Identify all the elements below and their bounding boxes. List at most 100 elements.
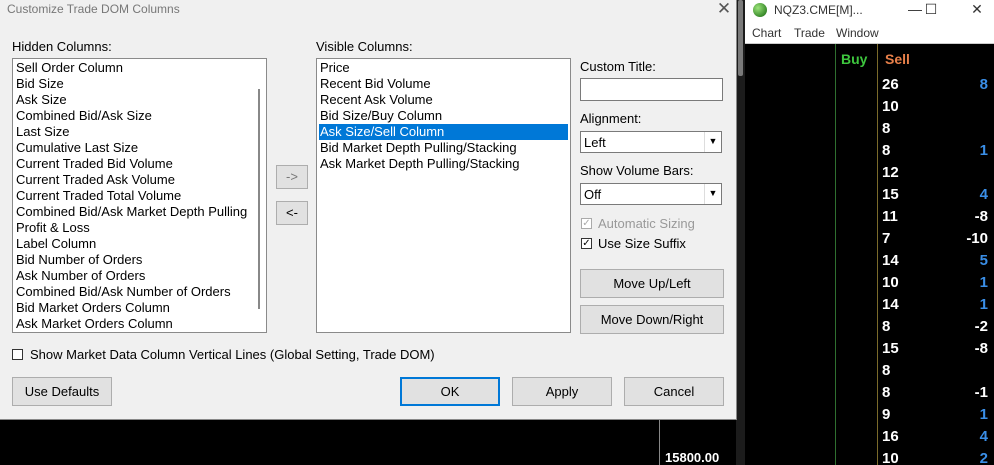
apply-button[interactable]: Apply bbox=[512, 377, 612, 406]
hidden-column-item[interactable]: Combined Bid/Ask Market Depth Pulling bbox=[15, 204, 247, 220]
menu-chart[interactable]: Chart bbox=[752, 26, 781, 40]
move-left-button[interactable]: <- bbox=[276, 201, 308, 225]
use-defaults-button[interactable]: Use Defaults bbox=[12, 377, 112, 406]
sell-size-cell[interactable]: 26 bbox=[882, 76, 899, 93]
hidden-column-item[interactable]: Current Traded Total Volume bbox=[15, 188, 181, 204]
sell-size-cell[interactable]: 10 bbox=[882, 274, 899, 291]
sell-size-cell[interactable]: 7 bbox=[882, 230, 890, 247]
depth-pulling-cell: 2 bbox=[979, 450, 988, 465]
sell-size-cell[interactable]: 8 bbox=[882, 384, 890, 401]
hidden-columns-list[interactable]: Sell Order Column Bid Size Ask Size Combine… bbox=[12, 58, 267, 333]
menu-window[interactable]: Window bbox=[836, 26, 879, 40]
sell-size-cell[interactable]: 12 bbox=[882, 164, 899, 181]
customize-columns-dialog: Customize Trade DOM Columns ✕ Hidden Col… bbox=[0, 0, 737, 420]
chevron-down-icon: ▼ bbox=[704, 184, 721, 204]
depth-pulling-cell: 1 bbox=[979, 142, 988, 159]
maximize-button[interactable]: ☐ bbox=[917, 0, 945, 22]
dom-menubar: Chart Trade Window bbox=[745, 22, 994, 44]
hidden-column-item[interactable]: Bid Size bbox=[15, 76, 64, 92]
volume-bars-label: Show Volume Bars: bbox=[580, 163, 694, 178]
sell-size-cell[interactable]: 8 bbox=[882, 362, 890, 379]
dom-ladder[interactable]: Buy Sell 26 10 8 8 12 15 11 7 14 10 14 8 15 8 8 9 16 10 8 1… bbox=[745, 44, 994, 465]
vertical-lines-checkbox[interactable] bbox=[12, 349, 23, 360]
sell-size-cell[interactable]: 10 bbox=[882, 98, 899, 115]
depth-pulling-cell: -1 bbox=[974, 384, 988, 401]
visible-column-item[interactable]: Recent Bid Volume bbox=[319, 76, 568, 92]
trade-dom-window: NQZ3.CME[M]... — ☐ ✕ Chart Trade Window … bbox=[745, 0, 994, 465]
hidden-column-item[interactable]: Ask Size bbox=[15, 92, 67, 108]
sell-column-header: Sell bbox=[885, 51, 910, 67]
hidden-column-item[interactable]: Ask Market Orders Column bbox=[15, 316, 173, 332]
visible-column-item[interactable]: Price bbox=[319, 60, 568, 76]
move-up-button[interactable]: Move Up/Left bbox=[580, 269, 724, 298]
volume-bars-value: Off bbox=[584, 187, 602, 202]
hidden-column-item[interactable]: Cumulative Last Size bbox=[15, 140, 138, 156]
column-divider bbox=[835, 44, 836, 465]
depth-pulling-cell: -2 bbox=[974, 318, 988, 335]
visible-column-item[interactable]: Recent Ask Volume bbox=[319, 92, 568, 108]
price-axis-line bbox=[659, 420, 660, 465]
list-scrollbar[interactable] bbox=[258, 89, 260, 309]
sell-size-cell[interactable]: 10 bbox=[882, 450, 899, 465]
depth-pulling-cell: 1 bbox=[979, 406, 988, 423]
dom-window-title: NQZ3.CME[M]... bbox=[774, 3, 863, 17]
custom-title-input[interactable] bbox=[580, 78, 723, 101]
sell-size-cell[interactable]: 11 bbox=[882, 208, 898, 225]
buy-column-header: Buy bbox=[841, 51, 868, 67]
hidden-column-item[interactable]: Label Column bbox=[15, 236, 96, 252]
scrollbar-thumb[interactable] bbox=[738, 0, 743, 76]
hidden-column-item[interactable]: Bid Market Orders Column bbox=[15, 300, 170, 316]
depth-pulling-cell: 1 bbox=[979, 296, 988, 313]
visible-columns-label: Visible Columns: bbox=[316, 39, 413, 54]
hidden-column-item[interactable]: Sell Order Column bbox=[15, 60, 123, 76]
alignment-select[interactable]: Left ▼ bbox=[580, 131, 722, 153]
menu-trade[interactable]: Trade bbox=[794, 26, 825, 40]
alignment-label: Alignment: bbox=[580, 111, 642, 126]
sell-size-cell[interactable]: 8 bbox=[882, 120, 890, 137]
close-icon[interactable]: ✕ bbox=[713, 0, 735, 19]
hidden-column-item[interactable]: Bid Number of Orders bbox=[15, 252, 142, 268]
hidden-column-item[interactable]: Profit & Loss bbox=[15, 220, 90, 236]
sell-size-cell[interactable]: 16 bbox=[882, 428, 899, 445]
visible-column-item[interactable]: Bid Market Depth Pulling/Stacking bbox=[319, 140, 568, 156]
dialog-title: Customize Trade DOM Columns bbox=[7, 2, 180, 16]
depth-pulling-cell: 1 bbox=[979, 274, 988, 291]
volume-bars-select[interactable]: Off ▼ bbox=[580, 183, 722, 205]
depth-pulling-cell: 4 bbox=[979, 186, 988, 203]
close-window-button[interactable]: ✕ bbox=[963, 0, 991, 22]
custom-title-label: Custom Title: bbox=[580, 59, 656, 74]
vertical-lines-label: Show Market Data Column Vertical Lines (… bbox=[30, 347, 435, 362]
visible-columns-list[interactable]: Price Recent Bid Volume Recent Ask Volume B… bbox=[316, 58, 571, 333]
move-down-button[interactable]: Move Down/Right bbox=[580, 305, 724, 334]
visible-column-item[interactable]: Ask Market Depth Pulling/Stacking bbox=[319, 156, 568, 172]
sell-size-cell[interactable]: 8 bbox=[882, 318, 890, 335]
hidden-column-item[interactable]: Current Traded Ask Volume bbox=[15, 172, 175, 188]
sell-size-cell[interactable]: 14 bbox=[882, 252, 899, 269]
hidden-column-item[interactable]: Last Size bbox=[15, 124, 69, 140]
move-right-button[interactable]: -> bbox=[276, 165, 308, 189]
hidden-column-item[interactable]: Current Traded Bid Volume bbox=[15, 156, 173, 172]
depth-pulling-cell: -10 bbox=[966, 230, 988, 247]
automatic-sizing-checkbox[interactable]: ✓ bbox=[581, 218, 592, 229]
size-suffix-checkbox[interactable]: ✓ bbox=[581, 238, 592, 249]
size-suffix-label: Use Size Suffix bbox=[598, 236, 686, 251]
desktop: 15800.00 NQZ3.CME[M]... — ☐ ✕ Chart Trad… bbox=[0, 0, 994, 465]
alignment-value: Left bbox=[584, 135, 606, 150]
ok-button[interactable]: OK bbox=[400, 377, 500, 406]
sell-size-cell[interactable]: 8 bbox=[882, 142, 890, 159]
price-axis-label: 15800.00 bbox=[665, 450, 720, 465]
sell-size-cell[interactable]: 15 bbox=[882, 186, 899, 203]
hidden-column-item[interactable]: Ask Number of Orders bbox=[15, 268, 145, 284]
visible-column-item[interactable]: Bid Size/Buy Column bbox=[319, 108, 568, 124]
visible-column-item[interactable]: Ask Size/Sell Column bbox=[319, 124, 568, 140]
hidden-columns-label: Hidden Columns: bbox=[12, 39, 112, 54]
dom-titlebar: NQZ3.CME[M]... — ☐ ✕ bbox=[745, 0, 994, 22]
globe-icon bbox=[753, 3, 767, 17]
sell-size-cell[interactable]: 14 bbox=[882, 296, 899, 313]
hidden-column-item[interactable]: Combined Bid/Ask Size bbox=[15, 108, 152, 124]
cancel-button[interactable]: Cancel bbox=[624, 377, 724, 406]
sell-size-cell[interactable]: 9 bbox=[882, 406, 890, 423]
automatic-sizing-label: Automatic Sizing bbox=[598, 216, 695, 231]
sell-size-cell[interactable]: 15 bbox=[882, 340, 899, 357]
hidden-column-item[interactable]: Combined Bid/Ask Number of Orders bbox=[15, 284, 231, 300]
